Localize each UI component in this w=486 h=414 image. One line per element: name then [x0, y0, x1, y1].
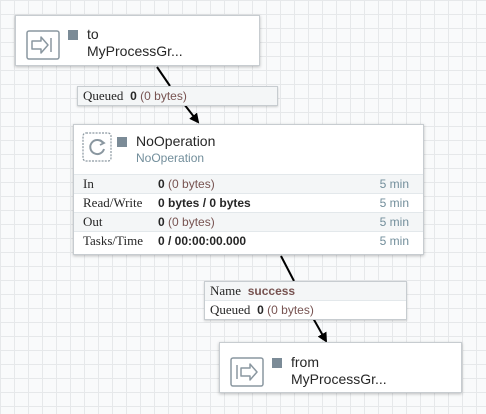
output-port[interactable]: from MyProcessGr... — [219, 342, 462, 393]
stat-time: 5 min — [379, 215, 409, 229]
stat-extra: (0 bytes) — [168, 215, 215, 229]
queued-label: Queued — [83, 88, 124, 103]
output-port-icon — [230, 357, 264, 387]
stat-row-tasks: Tasks/Time 0 / 00:00:00.000 5 min — [74, 231, 423, 250]
stopped-status-icon — [68, 30, 78, 40]
output-port-name-line1: from — [291, 354, 319, 370]
connection-name-label: Name — [210, 283, 242, 298]
stat-time: 5 min — [379, 196, 409, 210]
stat-row-readwrite: Read/Write 0 bytes / 0 bytes 5 min — [74, 193, 423, 212]
processor-stopped-icon — [117, 137, 127, 147]
connection-line-1-bottom[interactable] — [183, 103, 200, 124]
queued-count: 0 — [130, 89, 137, 103]
processor-type: NoOperation — [136, 151, 205, 165]
connection-line-2-bottom[interactable] — [312, 317, 327, 343]
stat-label: Read/Write — [83, 195, 143, 210]
stat-time: 5 min — [379, 234, 409, 248]
stat-value: 0 — [158, 177, 165, 191]
stat-value: 0 — [158, 215, 165, 229]
stat-label: Out — [83, 214, 103, 229]
processor-stats: In 0 (0 bytes) 5 min Read/Write 0 bytes … — [74, 174, 423, 250]
input-port-name-line1: to — [87, 26, 99, 42]
queued-label: Queued — [210, 302, 251, 317]
stat-time: 5 min — [379, 177, 409, 191]
connection-2-label[interactable]: Name success Queued 0 (0 bytes) — [204, 281, 407, 320]
connection-name-value: success — [247, 284, 296, 298]
processor-icon — [82, 132, 112, 162]
output-port-name-line2: MyProcessGr... — [291, 371, 387, 387]
queued-count: 0 — [257, 303, 264, 317]
stat-value: 0 / 00:00:00.000 — [158, 234, 247, 248]
stat-row-in: In 0 (0 bytes) 5 min — [74, 174, 423, 193]
connection-line-1-top[interactable] — [156, 66, 171, 87]
connection-line-2-top[interactable] — [280, 255, 295, 282]
input-port-name-line2: MyProcessGr... — [87, 43, 183, 59]
stat-value: 0 bytes / 0 bytes — [158, 196, 251, 210]
stat-extra: (0 bytes) — [168, 177, 215, 191]
queued-size: (0 bytes) — [140, 89, 187, 103]
input-port-icon — [26, 30, 60, 60]
stat-label: In — [83, 176, 94, 191]
stat-label: Tasks/Time — [83, 233, 144, 248]
connection-1-label[interactable]: Queued 0 (0 bytes) — [77, 86, 278, 106]
input-port[interactable]: to MyProcessGr... — [15, 15, 260, 66]
processor-noop[interactable]: NoOperation NoOperation In 0 (0 bytes) 5… — [73, 124, 424, 255]
stopped-status-icon — [272, 358, 282, 368]
processor-name: NoOperation — [136, 133, 216, 149]
stat-row-out: Out 0 (0 bytes) 5 min — [74, 212, 423, 231]
queued-size: (0 bytes) — [267, 303, 314, 317]
